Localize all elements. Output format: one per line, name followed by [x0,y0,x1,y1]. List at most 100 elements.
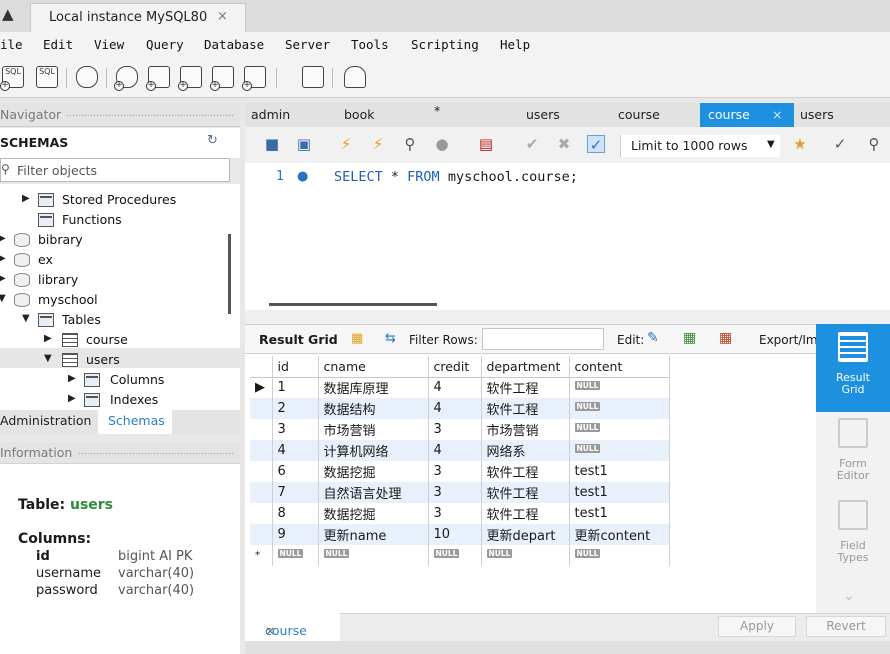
close-icon[interactable]: × [217,9,228,24]
refresh-icon[interactable]: ⇆ [385,331,396,346]
edit-row-icon[interactable]: ✎ [647,330,659,346]
table-row[interactable]: 2 数据结构 4 软件工程 NULL [250,398,670,419]
open-sql-script-icon[interactable]: SQL [36,66,58,88]
close-icon[interactable]: × [265,623,275,638]
tab-administration[interactable]: Administration [0,410,98,434]
save-icon[interactable]: ▣ [295,135,313,153]
cell-cname[interactable]: 数据挖掘 [318,461,429,482]
cell-department[interactable]: 软件工程 [481,482,570,503]
sql-statement[interactable]: SELECT * FROM myschool.course; [334,169,578,185]
cell-content[interactable]: test1 [569,482,670,503]
expand-arrow-icon[interactable]: ▶ [22,193,30,204]
tree-item-indexes[interactable]: ▶ Indexes [0,390,230,410]
cell-content[interactable]: NULL [569,440,670,461]
tab-unsaved-marker[interactable]: * [420,103,450,127]
new-sql-tab-icon[interactable]: SQL + [0,66,24,91]
cell-credit[interactable]: 4 [428,440,482,461]
apply-button[interactable]: Apply [718,616,796,637]
tab-course-query[interactable]: course [600,103,696,127]
expand-arrow-icon[interactable]: ▶ [0,273,6,284]
table-row[interactable]: 7 自然语言处理 3 软件工程 test1 [250,482,670,503]
tab-schemas[interactable]: Schemas [98,410,172,434]
cell-department[interactable]: 软件工程 [481,461,570,482]
tree-item-functions[interactable]: Functions [0,210,230,230]
sql-editor[interactable] [245,163,890,310]
result-tab[interactable]: course 5 × [245,613,340,653]
filter-objects-input[interactable] [17,161,217,179]
cell-credit[interactable]: 4 [428,377,482,398]
tree-item-library[interactable]: ▶ library [0,270,230,290]
export-import-label[interactable]: Export/Im [759,333,818,347]
create-table-icon[interactable]: + [146,66,170,91]
rollback-icon[interactable]: ✖ [555,135,573,153]
cell-credit[interactable]: NULL [428,545,482,566]
explain-icon[interactable]: ⚲ [401,135,419,153]
cell-cname[interactable]: 更新name [318,524,429,545]
table-row[interactable]: 3 市场营销 3 市场营销 NULL [250,419,670,440]
menu-edit[interactable]: Edit [43,37,73,52]
chevron-down-icon[interactable]: ⌄ [843,588,855,604]
cell-cname[interactable]: 数据库原理 [318,377,429,398]
execute-icon[interactable]: ⚡ [337,135,355,153]
inspector-icon[interactable] [76,66,98,88]
cell-cname[interactable]: NULL [318,545,429,566]
cell-department[interactable]: NULL [481,545,570,566]
menu-help[interactable]: Help [500,37,530,52]
column-header-content[interactable]: content [569,356,670,378]
column-header-id[interactable]: id [272,356,319,378]
tab-admin-query[interactable]: admin [245,103,327,127]
open-folder-icon[interactable]: ■ [263,135,281,153]
column-header-department[interactable]: department [481,356,570,378]
result-grid-label[interactable]: Result Grid [259,332,338,347]
tree-item-stored-procedures[interactable]: ▶ Stored Procedures [0,190,230,210]
collapse-arrow-icon[interactable]: ▼ [0,293,6,304]
result-grid-view-button[interactable]: Result Grid [816,324,890,412]
cell-department[interactable]: 软件工程 [481,503,570,524]
cell-department[interactable]: 软件工程 [481,377,570,398]
tab-book-query[interactable]: book [330,103,420,127]
field-types-button[interactable]: Field Types [816,494,890,574]
cell-content[interactable]: NULL [569,398,670,419]
cell-content[interactable]: 更新content [569,524,670,545]
add-snippet-icon[interactable]: ★ [791,135,809,153]
cell-credit[interactable]: 3 [428,482,482,503]
column-header-credit[interactable]: credit [428,356,482,378]
create-function-icon[interactable]: + [242,66,266,91]
cell-id[interactable]: 8 [272,503,319,524]
panel-divider[interactable] [245,310,890,324]
cell-content[interactable]: NULL [569,545,670,566]
table-row[interactable]: 4 计算机网络 4 网络系 NULL [250,440,670,461]
cell-credit[interactable]: 4 [428,398,482,419]
cell-id[interactable]: 3 [272,419,319,440]
insert-row-icon[interactable]: ▦ [683,330,696,346]
cell-department[interactable]: 更新depart [481,524,570,545]
expand-arrow-icon[interactable]: ▶ [68,393,76,404]
tree-item-ex[interactable]: ▶ ex [0,250,230,270]
cell-department[interactable]: 网络系 [481,440,570,461]
menu-server[interactable]: Server [285,37,330,52]
menu-view[interactable]: View [94,37,124,52]
tree-item-bibrary[interactable]: ▶ bibrary [0,230,230,250]
close-icon[interactable]: × [772,107,782,122]
search-table-data-icon[interactable] [302,66,324,88]
cell-id[interactable]: 7 [272,482,319,503]
reconnect-icon[interactable] [344,66,366,88]
cell-cname[interactable]: 自然语言处理 [318,482,429,503]
editor-horizontal-scrollbar[interactable] [269,303,437,306]
create-procedure-icon[interactable]: + [210,66,234,91]
cell-id[interactable]: 2 [272,398,319,419]
collapse-arrow-icon[interactable]: ▼ [44,353,52,364]
cell-department[interactable]: 软件工程 [481,398,570,419]
cell-credit[interactable]: 3 [428,461,482,482]
find-icon[interactable]: ⚲ [865,135,883,153]
tab-users-query[interactable]: users [500,103,590,127]
cell-cname[interactable]: 市场营销 [318,419,429,440]
table-row[interactable]: 6 数据挖掘 3 软件工程 test1 [250,461,670,482]
create-schema-icon[interactable]: + [114,66,138,91]
cell-id[interactable]: 6 [272,461,319,482]
expand-arrow-icon[interactable]: ▶ [0,233,6,244]
cell-credit[interactable]: 3 [428,503,482,524]
column-header-cname[interactable]: cname [318,356,429,378]
refresh-icon[interactable]: ↻ [207,133,218,148]
cell-content[interactable]: NULL [569,419,670,440]
